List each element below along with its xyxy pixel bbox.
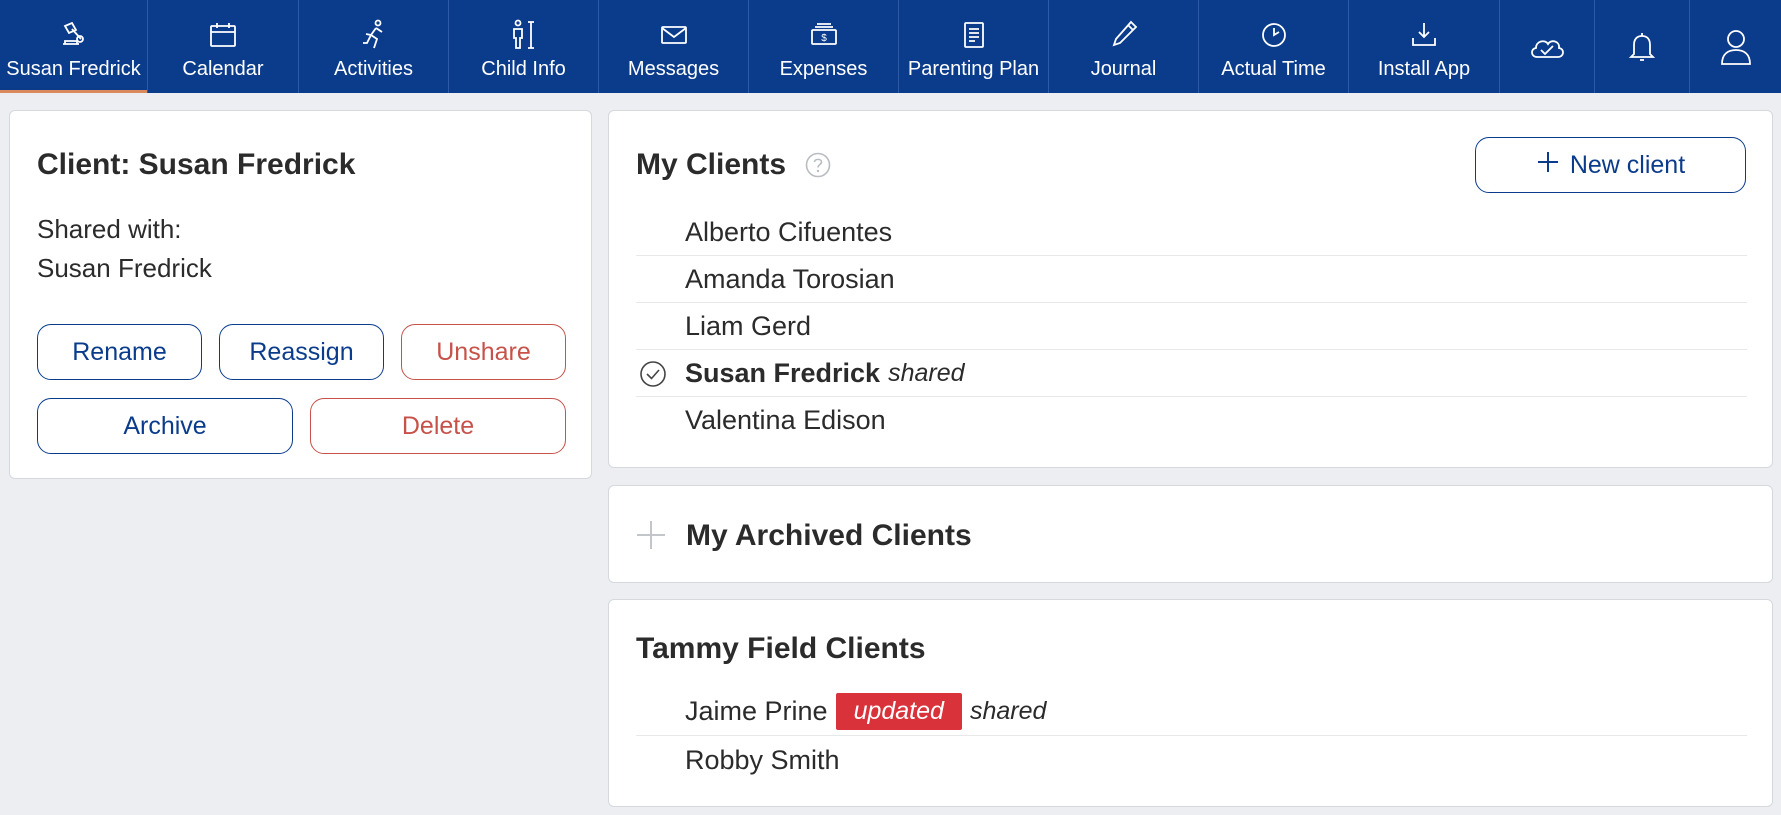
- nav-item-parenting-plan[interactable]: Parenting Plan: [899, 0, 1049, 93]
- archive-button[interactable]: Archive: [37, 398, 293, 454]
- shared-with-name: Susan Fredrick: [37, 253, 212, 283]
- list-item[interactable]: Robby Smith: [636, 736, 1747, 784]
- gavel-icon: [59, 18, 89, 52]
- updated-badge: updated: [835, 693, 962, 730]
- nav-label: Journal: [1090, 58, 1157, 80]
- help-icon[interactable]: [805, 152, 831, 183]
- nav-label: Child Info: [481, 58, 566, 80]
- nav-label: Parenting Plan: [907, 58, 1040, 80]
- nav-label: Activities: [334, 58, 413, 80]
- nav-item-susan-fredrick[interactable]: Susan Fredrick: [0, 0, 148, 93]
- delete-button[interactable]: Delete: [310, 398, 566, 454]
- client-detail-card: Client: Susan Fredrick Shared with: Susa…: [9, 110, 592, 479]
- client-name: Valentina Edison: [685, 405, 886, 435]
- new-client-button[interactable]: New client: [1475, 137, 1746, 193]
- client-name: Susan Fredrick: [685, 357, 881, 388]
- top-navigation: Susan Fredrick Calendar Activities Child…: [0, 0, 1781, 93]
- shared-tag: shared: [888, 358, 965, 387]
- money-icon: $: [809, 18, 839, 52]
- unshare-button[interactable]: Unshare: [401, 324, 566, 380]
- nav-item-sync[interactable]: [1500, 0, 1595, 93]
- nav-label: Expenses: [779, 58, 868, 80]
- envelope-icon: [659, 18, 689, 52]
- plus-icon: [1536, 150, 1560, 181]
- nav-item-child-info[interactable]: Child Info: [449, 0, 599, 93]
- nav-item-messages[interactable]: Messages: [599, 0, 749, 93]
- my-clients-list: Alberto Cifuentes Amanda Torosian Liam G…: [636, 209, 1747, 444]
- nav-item-notifications[interactable]: [1595, 0, 1690, 93]
- my-clients-title: My Clients: [636, 148, 787, 181]
- list-item[interactable]: Amanda Torosian: [636, 256, 1747, 303]
- list-item[interactable]: Liam Gerd: [636, 303, 1747, 350]
- rename-button[interactable]: Rename: [37, 324, 202, 380]
- list-item-selected[interactable]: Susan Fredrick shared: [636, 350, 1747, 397]
- client-name: Amanda Torosian: [685, 263, 895, 294]
- client-name: Liam Gerd: [685, 310, 812, 341]
- clock-icon: [1259, 18, 1289, 52]
- document-icon: [959, 18, 989, 52]
- nav-item-profile[interactable]: [1690, 0, 1781, 93]
- list-item[interactable]: Jaime Prine updated shared: [636, 688, 1747, 736]
- nav-item-install-app[interactable]: Install App: [1349, 0, 1500, 93]
- child-info-icon: [509, 18, 539, 52]
- nav-item-actual-time[interactable]: Actual Time: [1199, 0, 1349, 93]
- svg-text:$: $: [821, 33, 827, 44]
- reassign-button[interactable]: Reassign: [219, 324, 384, 380]
- client-title: Client: Susan Fredrick: [37, 148, 356, 181]
- running-icon: [359, 18, 389, 52]
- check-circle-icon: [639, 360, 667, 395]
- new-client-label: New client: [1569, 150, 1686, 179]
- tammy-clients-card: Tammy Field Clients Jaime Prine updated …: [608, 599, 1773, 807]
- nav-label: Actual Time: [1221, 58, 1326, 80]
- client-name: Robby Smith: [685, 744, 840, 775]
- nav-label: Susan Fredrick: [6, 58, 141, 80]
- user-icon: [1719, 30, 1753, 65]
- expand-plus-icon[interactable]: [636, 520, 666, 555]
- bell-icon: [1627, 30, 1657, 64]
- nav-item-calendar[interactable]: Calendar: [148, 0, 299, 93]
- list-item[interactable]: Valentina Edison: [636, 397, 1747, 444]
- client-name: Alberto Cifuentes: [685, 216, 893, 247]
- nav-label: Calendar: [182, 58, 264, 80]
- archived-clients-card[interactable]: My Archived Clients: [608, 485, 1773, 583]
- pen-icon: [1109, 18, 1139, 52]
- cloud-check-icon: [1528, 30, 1566, 64]
- archived-clients-title: My Archived Clients: [686, 519, 972, 552]
- tammy-clients-list: Jaime Prine updated shared Robby Smith: [636, 688, 1747, 784]
- nav-label: Messages: [627, 58, 720, 80]
- nav-label: Install App: [1377, 58, 1471, 80]
- nav-item-expenses[interactable]: $ Expenses: [749, 0, 899, 93]
- client-name: Jaime Prine: [685, 696, 828, 726]
- shared-with-label: Shared with:: [37, 214, 182, 244]
- nav-item-journal[interactable]: Journal: [1049, 0, 1199, 93]
- nav-item-activities[interactable]: Activities: [299, 0, 449, 93]
- calendar-icon: [208, 18, 238, 52]
- my-clients-card: My Clients New client Alberto Cifuentes …: [608, 110, 1773, 468]
- shared-tag: shared: [969, 697, 1047, 725]
- list-item[interactable]: Alberto Cifuentes: [636, 209, 1747, 256]
- download-icon: [1409, 18, 1439, 52]
- tammy-clients-title: Tammy Field Clients: [636, 632, 926, 665]
